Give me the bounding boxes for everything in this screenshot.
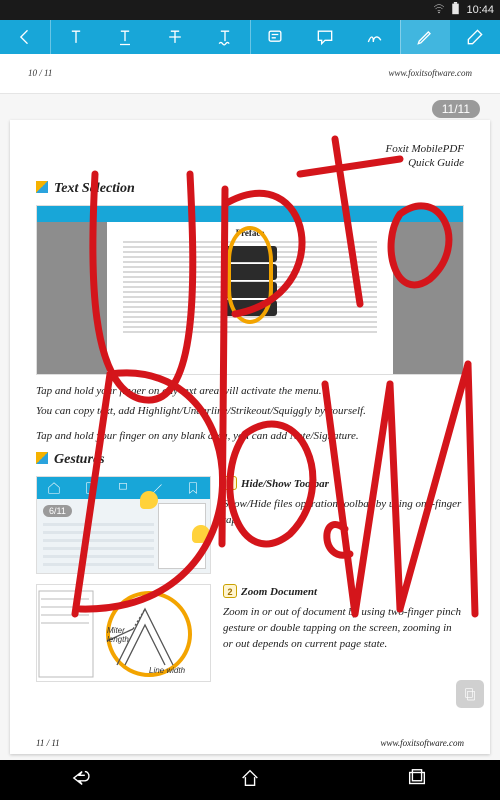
pdf-page: Foxit MobilePDF Quick Guide Text Selecti… xyxy=(10,120,490,754)
recent-button[interactable] xyxy=(406,767,428,794)
step-2-body: Zoom in or out of document by using two-… xyxy=(223,605,464,653)
previous-page-strip: 10 / 11 www.foxitsoftware.com xyxy=(0,54,500,94)
gesture-toolbar-screenshot: 6/11 xyxy=(36,476,211,574)
section-gestures: Gestures xyxy=(36,452,464,468)
back-button[interactable] xyxy=(72,767,94,794)
svg-text:length: length xyxy=(107,635,129,644)
prev-page-indicator: 10 / 11 xyxy=(28,68,52,93)
step-1-body: Show/Hide files operation toolbar by usi… xyxy=(223,497,464,529)
para-3: Tap and hold your finger on any blank ar… xyxy=(36,428,464,445)
miter-label: Miter xyxy=(107,626,125,635)
text-squiggle-icon[interactable] xyxy=(200,20,250,54)
back-icon[interactable] xyxy=(0,20,50,54)
zoom-screenshot: Miter length Line width xyxy=(36,584,211,682)
footer-url: www.foxitsoftware.com xyxy=(380,738,464,748)
doc-title: Foxit MobilePDF xyxy=(36,142,464,156)
doc-subtitle: Quick Guide xyxy=(36,156,464,170)
text-highlight-icon[interactable] xyxy=(50,20,101,54)
text-selection-screenshot: Preface xyxy=(36,205,464,375)
para-1: Tap and hold your finger on any text are… xyxy=(36,383,464,400)
step-1-title: 1Hide/Show Toolbar xyxy=(223,476,464,493)
annotation-toolbar xyxy=(0,20,500,54)
para-2: You can copy text, add Highlight/Underli… xyxy=(36,403,464,420)
eraser-icon[interactable] xyxy=(450,20,500,54)
android-status-bar: 10:44 xyxy=(0,0,500,20)
copy-icon[interactable] xyxy=(456,680,484,708)
battery-icon xyxy=(451,2,460,18)
prev-page-url: www.foxitsoftware.com xyxy=(388,68,472,93)
step-2-title: 2Zoom Document xyxy=(223,584,464,601)
wifi-icon xyxy=(433,3,445,18)
mini-page-badge: 6/11 xyxy=(43,505,72,517)
section-text-selection: Text Selection xyxy=(36,181,464,197)
text-underline-icon[interactable] xyxy=(100,20,150,54)
document-viewport[interactable]: 10 / 11 www.foxitsoftware.com 11/11 Foxi… xyxy=(0,54,500,760)
svg-text:Line width: Line width xyxy=(149,666,186,675)
home-button[interactable] xyxy=(239,767,261,794)
note-icon[interactable] xyxy=(250,20,301,54)
clock-text: 10:44 xyxy=(466,4,494,16)
signature-icon[interactable] xyxy=(350,20,400,54)
text-strikeout-icon[interactable] xyxy=(150,20,200,54)
pencil-icon[interactable] xyxy=(400,20,451,54)
android-nav-bar xyxy=(0,760,500,800)
footer-page: 11 / 11 xyxy=(36,738,60,748)
comment-icon[interactable] xyxy=(300,20,350,54)
page-badge: 11/11 xyxy=(432,100,480,118)
